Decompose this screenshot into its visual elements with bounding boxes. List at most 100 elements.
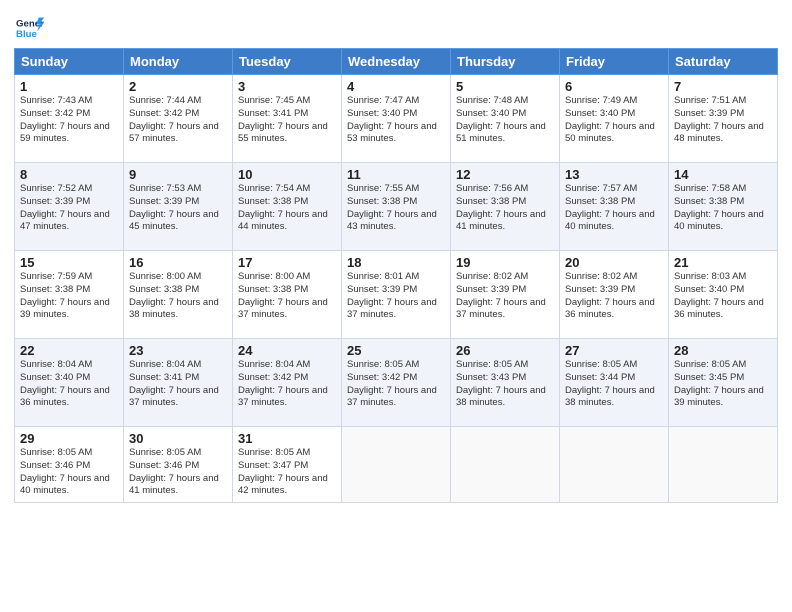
day-number: 17 [238, 255, 336, 270]
day-info: Sunrise: 7:48 AMSunset: 3:40 PMDaylight:… [456, 95, 554, 146]
day-info: Sunrise: 8:05 AMSunset: 3:45 PMDaylight:… [674, 359, 772, 410]
calendar-cell: 27Sunrise: 8:05 AMSunset: 3:44 PMDayligh… [560, 339, 669, 427]
day-number: 26 [456, 343, 554, 358]
day-number: 28 [674, 343, 772, 358]
calendar-cell: 31Sunrise: 8:05 AMSunset: 3:47 PMDayligh… [233, 427, 342, 503]
calendar-cell: 21Sunrise: 8:03 AMSunset: 3:40 PMDayligh… [669, 251, 778, 339]
calendar-cell: 26Sunrise: 8:05 AMSunset: 3:43 PMDayligh… [451, 339, 560, 427]
day-number: 15 [20, 255, 118, 270]
calendar-cell: 20Sunrise: 8:02 AMSunset: 3:39 PMDayligh… [560, 251, 669, 339]
day-number: 30 [129, 431, 227, 446]
day-info: Sunrise: 7:47 AMSunset: 3:40 PMDaylight:… [347, 95, 445, 146]
day-info: Sunrise: 8:03 AMSunset: 3:40 PMDaylight:… [674, 271, 772, 322]
page: General Blue SundayMondayTuesdayWednesda… [0, 0, 792, 612]
day-info: Sunrise: 7:55 AMSunset: 3:38 PMDaylight:… [347, 183, 445, 234]
day-info: Sunrise: 7:54 AMSunset: 3:38 PMDaylight:… [238, 183, 336, 234]
day-number: 25 [347, 343, 445, 358]
header: General Blue [14, 10, 778, 42]
day-info: Sunrise: 7:43 AMSunset: 3:42 PMDaylight:… [20, 95, 118, 146]
calendar-cell: 15Sunrise: 7:59 AMSunset: 3:38 PMDayligh… [15, 251, 124, 339]
calendar-cell: 3Sunrise: 7:45 AMSunset: 3:41 PMDaylight… [233, 75, 342, 163]
day-number: 22 [20, 343, 118, 358]
day-number: 20 [565, 255, 663, 270]
day-number: 13 [565, 167, 663, 182]
calendar-cell: 1Sunrise: 7:43 AMSunset: 3:42 PMDaylight… [15, 75, 124, 163]
calendar-cell: 6Sunrise: 7:49 AMSunset: 3:40 PMDaylight… [560, 75, 669, 163]
day-header-saturday: Saturday [669, 49, 778, 75]
calendar-cell: 17Sunrise: 8:00 AMSunset: 3:38 PMDayligh… [233, 251, 342, 339]
day-number: 18 [347, 255, 445, 270]
calendar-cell [451, 427, 560, 503]
day-number: 10 [238, 167, 336, 182]
calendar-cell: 19Sunrise: 8:02 AMSunset: 3:39 PMDayligh… [451, 251, 560, 339]
logo-icon: General Blue [16, 14, 44, 42]
calendar-cell: 12Sunrise: 7:56 AMSunset: 3:38 PMDayligh… [451, 163, 560, 251]
day-info: Sunrise: 8:04 AMSunset: 3:40 PMDaylight:… [20, 359, 118, 410]
day-info: Sunrise: 7:51 AMSunset: 3:39 PMDaylight:… [674, 95, 772, 146]
day-info: Sunrise: 8:02 AMSunset: 3:39 PMDaylight:… [565, 271, 663, 322]
day-number: 9 [129, 167, 227, 182]
day-info: Sunrise: 8:05 AMSunset: 3:42 PMDaylight:… [347, 359, 445, 410]
day-info: Sunrise: 8:04 AMSunset: 3:41 PMDaylight:… [129, 359, 227, 410]
day-header-wednesday: Wednesday [342, 49, 451, 75]
calendar-cell: 22Sunrise: 8:04 AMSunset: 3:40 PMDayligh… [15, 339, 124, 427]
calendar-cell: 18Sunrise: 8:01 AMSunset: 3:39 PMDayligh… [342, 251, 451, 339]
calendar-cell: 24Sunrise: 8:04 AMSunset: 3:42 PMDayligh… [233, 339, 342, 427]
day-info: Sunrise: 7:49 AMSunset: 3:40 PMDaylight:… [565, 95, 663, 146]
day-info: Sunrise: 8:05 AMSunset: 3:43 PMDaylight:… [456, 359, 554, 410]
day-info: Sunrise: 8:05 AMSunset: 3:44 PMDaylight:… [565, 359, 663, 410]
calendar-cell: 29Sunrise: 8:05 AMSunset: 3:46 PMDayligh… [15, 427, 124, 503]
calendar-cell: 9Sunrise: 7:53 AMSunset: 3:39 PMDaylight… [124, 163, 233, 251]
day-number: 24 [238, 343, 336, 358]
day-number: 8 [20, 167, 118, 182]
day-number: 29 [20, 431, 118, 446]
day-number: 27 [565, 343, 663, 358]
calendar-cell: 2Sunrise: 7:44 AMSunset: 3:42 PMDaylight… [124, 75, 233, 163]
calendar-cell: 16Sunrise: 8:00 AMSunset: 3:38 PMDayligh… [124, 251, 233, 339]
calendar-week-2: 8Sunrise: 7:52 AMSunset: 3:39 PMDaylight… [15, 163, 778, 251]
day-info: Sunrise: 8:05 AMSunset: 3:46 PMDaylight:… [129, 447, 227, 498]
day-info: Sunrise: 8:00 AMSunset: 3:38 PMDaylight:… [129, 271, 227, 322]
day-number: 21 [674, 255, 772, 270]
calendar-cell: 14Sunrise: 7:58 AMSunset: 3:38 PMDayligh… [669, 163, 778, 251]
calendar-cell: 4Sunrise: 7:47 AMSunset: 3:40 PMDaylight… [342, 75, 451, 163]
day-info: Sunrise: 7:59 AMSunset: 3:38 PMDaylight:… [20, 271, 118, 322]
day-number: 11 [347, 167, 445, 182]
calendar-cell [560, 427, 669, 503]
calendar-cell: 8Sunrise: 7:52 AMSunset: 3:39 PMDaylight… [15, 163, 124, 251]
calendar-cell [669, 427, 778, 503]
day-number: 4 [347, 79, 445, 94]
day-number: 14 [674, 167, 772, 182]
day-info: Sunrise: 7:57 AMSunset: 3:38 PMDaylight:… [565, 183, 663, 234]
calendar-cell: 28Sunrise: 8:05 AMSunset: 3:45 PMDayligh… [669, 339, 778, 427]
day-header-sunday: Sunday [15, 49, 124, 75]
day-header-monday: Monday [124, 49, 233, 75]
day-number: 7 [674, 79, 772, 94]
day-info: Sunrise: 8:05 AMSunset: 3:47 PMDaylight:… [238, 447, 336, 498]
calendar-cell: 10Sunrise: 7:54 AMSunset: 3:38 PMDayligh… [233, 163, 342, 251]
calendar-cell: 30Sunrise: 8:05 AMSunset: 3:46 PMDayligh… [124, 427, 233, 503]
day-info: Sunrise: 7:56 AMSunset: 3:38 PMDaylight:… [456, 183, 554, 234]
calendar-week-4: 22Sunrise: 8:04 AMSunset: 3:40 PMDayligh… [15, 339, 778, 427]
day-info: Sunrise: 8:00 AMSunset: 3:38 PMDaylight:… [238, 271, 336, 322]
day-info: Sunrise: 8:04 AMSunset: 3:42 PMDaylight:… [238, 359, 336, 410]
calendar-cell: 5Sunrise: 7:48 AMSunset: 3:40 PMDaylight… [451, 75, 560, 163]
day-number: 23 [129, 343, 227, 358]
day-number: 6 [565, 79, 663, 94]
calendar-cell: 25Sunrise: 8:05 AMSunset: 3:42 PMDayligh… [342, 339, 451, 427]
day-info: Sunrise: 8:02 AMSunset: 3:39 PMDaylight:… [456, 271, 554, 322]
day-header-friday: Friday [560, 49, 669, 75]
day-number: 19 [456, 255, 554, 270]
calendar-cell: 11Sunrise: 7:55 AMSunset: 3:38 PMDayligh… [342, 163, 451, 251]
day-number: 1 [20, 79, 118, 94]
day-info: Sunrise: 8:05 AMSunset: 3:46 PMDaylight:… [20, 447, 118, 498]
day-info: Sunrise: 7:44 AMSunset: 3:42 PMDaylight:… [129, 95, 227, 146]
day-number: 16 [129, 255, 227, 270]
calendar-header-row: SundayMondayTuesdayWednesdayThursdayFrid… [15, 49, 778, 75]
day-info: Sunrise: 8:01 AMSunset: 3:39 PMDaylight:… [347, 271, 445, 322]
calendar-week-5: 29Sunrise: 8:05 AMSunset: 3:46 PMDayligh… [15, 427, 778, 503]
calendar-week-1: 1Sunrise: 7:43 AMSunset: 3:42 PMDaylight… [15, 75, 778, 163]
logo: General Blue [14, 14, 44, 42]
svg-text:Blue: Blue [16, 29, 37, 40]
day-number: 3 [238, 79, 336, 94]
